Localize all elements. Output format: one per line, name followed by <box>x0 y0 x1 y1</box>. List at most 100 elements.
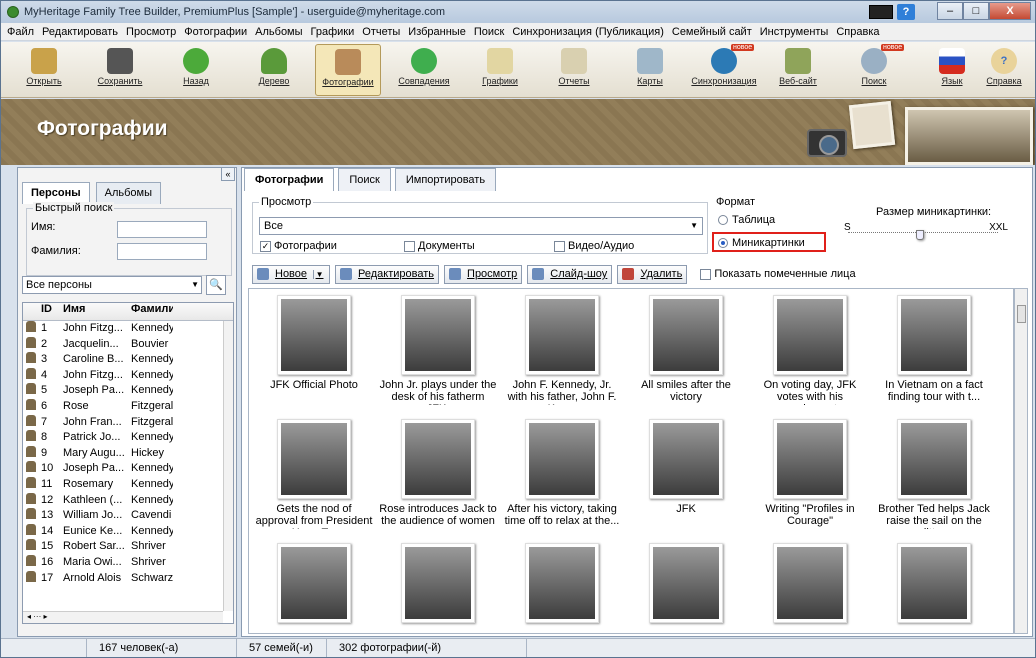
help-button[interactable]: ? <box>897 4 915 20</box>
view-select[interactable]: Все ▼ <box>259 217 703 235</box>
name-field[interactable] <box>117 221 207 238</box>
surname-field[interactable] <box>117 243 207 260</box>
table-row[interactable]: 3 Caroline B... Kennedy <box>23 352 233 368</box>
menu-albums[interactable]: Альбомы <box>255 26 302 38</box>
toolbar-website-button[interactable]: Веб-сайт <box>765 44 831 96</box>
maximize-button[interactable]: □ <box>963 2 989 20</box>
photo-thumbnail[interactable]: All smiles after the victory <box>625 291 747 409</box>
tab-persons[interactable]: Персоны <box>22 182 90 204</box>
table-row[interactable]: 6 Rose Fitzgeral <box>23 399 233 415</box>
table-row[interactable]: 17 Arnold Alois Schwarz <box>23 571 233 587</box>
view-button[interactable]: Просмотр <box>444 264 523 284</box>
table-row[interactable]: 7 John Fran... Fitzgeral <box>23 415 233 431</box>
toolbar-save-button[interactable]: Сохранить <box>87 44 153 96</box>
column-id[interactable]: ID <box>41 303 63 320</box>
toolbar-help-button[interactable]: ? Справка <box>971 44 1035 96</box>
gallery-scrollbar[interactable] <box>1014 288 1028 634</box>
photo-thumbnail[interactable]: John Jr. plays under the desk of his fat… <box>377 291 499 409</box>
menu-view[interactable]: Просмотр <box>126 26 176 38</box>
tab-search[interactable]: Поиск <box>338 168 391 191</box>
photo-thumbnail[interactable]: Writing "Profiles in Courage" <box>749 415 871 533</box>
photo-thumbnail[interactable] <box>253 539 375 633</box>
table-row[interactable]: 15 Robert Sar... Shriver <box>23 539 233 555</box>
photo-thumbnail[interactable]: JFK <box>625 415 747 533</box>
collapse-panel-button[interactable]: « <box>221 167 235 181</box>
thumbnail-size-label: Размер миникартинки: <box>876 206 992 218</box>
toolbar-maps-button[interactable]: Карты <box>617 44 683 96</box>
column-name[interactable]: Имя <box>63 303 131 320</box>
menu-favorites[interactable]: Избранные <box>408 26 466 38</box>
menu-sync[interactable]: Синхронизация (Публикация) <box>512 26 664 38</box>
photo-thumbnail[interactable]: In Vietnam on a fact finding tour with t… <box>873 291 995 409</box>
scroll-thumb[interactable] <box>1017 305 1026 323</box>
search-button[interactable]: 🔍 <box>206 275 226 295</box>
persons-filter-select[interactable]: Все персоны ▼ <box>22 276 202 294</box>
status-persons: 167 человек(-а) <box>87 639 237 657</box>
table-row[interactable]: 9 Mary Augu... Hickey <box>23 446 233 462</box>
toolbar-back-button[interactable]: Назад <box>163 44 229 96</box>
photo-thumbnail[interactable] <box>749 539 871 633</box>
new-button[interactable]: Новое ▼ <box>252 264 331 284</box>
photo-thumbnail[interactable]: John F. Kennedy, Jr. with his father, Jo… <box>501 291 623 409</box>
slideshow-button[interactable]: Слайд-шоу <box>527 264 613 284</box>
table-row[interactable]: 10 Joseph Pa... Kennedy <box>23 461 233 477</box>
menu-charts[interactable]: Графики <box>311 26 355 38</box>
photos-checkbox[interactable]: ✓ Фотографии <box>260 240 337 252</box>
toolbar-open-button[interactable]: Открыть <box>11 44 77 96</box>
photo-thumbnail[interactable] <box>377 539 499 633</box>
toolbar-photos-button[interactable]: Фотографии <box>315 44 381 96</box>
thumbnail-size-slider[interactable]: S XXL <box>844 222 1008 244</box>
menu-help[interactable]: Справка <box>836 26 879 38</box>
toolbar-search-button[interactable]: Поиск новое <box>841 44 907 96</box>
menu-tools[interactable]: Инструменты <box>760 26 829 38</box>
toolbar-reports-button[interactable]: Отчеты <box>541 44 607 96</box>
toolbar-matches-button[interactable]: Совпадения <box>391 44 457 96</box>
table-row[interactable]: 5 Joseph Pa... Kennedy <box>23 383 233 399</box>
table-row[interactable]: 13 William Jo... Cavendi <box>23 508 233 524</box>
menu-file[interactable]: Файл <box>7 26 34 38</box>
photo-thumbnail[interactable]: Brother Ted helps Jack raise the sail on… <box>873 415 995 533</box>
photo-thumbnail[interactable] <box>501 539 623 633</box>
table-row[interactable]: 14 Eunice Ke... Kennedy <box>23 524 233 540</box>
menu-search[interactable]: Поиск <box>474 26 504 38</box>
horizontal-scrollbar[interactable]: ◂ ··· ▸ <box>23 611 223 623</box>
table-row[interactable]: 4 John Fitzg... Kennedy <box>23 368 233 384</box>
toolbar-tree-button[interactable]: Дерево <box>241 44 307 96</box>
chevron-down-icon[interactable]: ▼ <box>313 269 325 279</box>
close-button[interactable]: X <box>989 2 1031 20</box>
menu-reports[interactable]: Отчеты <box>362 26 400 38</box>
photo-thumbnail[interactable]: JFK Official Photo <box>253 291 375 409</box>
photo-thumbnail[interactable] <box>873 539 995 633</box>
photo-thumbnail[interactable]: After his victory, taking time off to re… <box>501 415 623 533</box>
documents-checkbox[interactable]: Документы <box>404 240 475 252</box>
tab-photos[interactable]: Фотографии <box>244 168 335 191</box>
menu-photos[interactable]: Фотографии <box>184 26 247 38</box>
vertical-scrollbar[interactable] <box>223 321 233 611</box>
show-tagged-faces-checkbox[interactable]: Показать помеченные лица <box>700 268 856 280</box>
table-row[interactable]: 2 Jacquelin... Bouvier <box>23 337 233 353</box>
format-label: Формат <box>716 196 756 208</box>
photo-thumbnail[interactable]: On voting day, JFK votes with his grandp… <box>749 291 871 409</box>
table-row[interactable]: 12 Kathleen (... Kennedy <box>23 493 233 509</box>
slider-handle[interactable] <box>916 230 924 240</box>
menu-edit[interactable]: Редактировать <box>42 26 118 38</box>
tab-albums[interactable]: Альбомы <box>95 182 161 204</box>
menu-family-site[interactable]: Семейный сайт <box>672 26 752 38</box>
keyboard-icon[interactable] <box>869 5 893 19</box>
column-surname[interactable]: Фамили <box>131 303 173 320</box>
delete-button[interactable]: Удалить <box>617 264 688 284</box>
table-row[interactable]: 1 John Fitzg... Kennedy <box>23 321 233 337</box>
edit-button[interactable]: Редактировать <box>335 264 440 284</box>
toolbar-sync-button[interactable]: Синхронизация новое <box>691 44 757 96</box>
table-row[interactable]: 16 Maria Owi... Shriver <box>23 555 233 571</box>
table-row[interactable]: 11 Rosemary Kennedy <box>23 477 233 493</box>
photo-thumbnail[interactable] <box>625 539 747 633</box>
photo-thumbnail[interactable]: Gets the nod of approval from President … <box>253 415 375 533</box>
video-audio-checkbox[interactable]: Видео/Аудио <box>554 240 634 252</box>
photo-thumbnail[interactable]: Rose introduces Jack to the audience of … <box>377 415 499 533</box>
table-radio[interactable]: Таблица <box>718 214 775 226</box>
tab-import[interactable]: Импортировать <box>394 168 497 191</box>
toolbar-charts-button[interactable]: Графики <box>467 44 533 96</box>
table-row[interactable]: 8 Patrick Jo... Kennedy <box>23 430 233 446</box>
minimize-button[interactable]: – <box>937 2 963 20</box>
